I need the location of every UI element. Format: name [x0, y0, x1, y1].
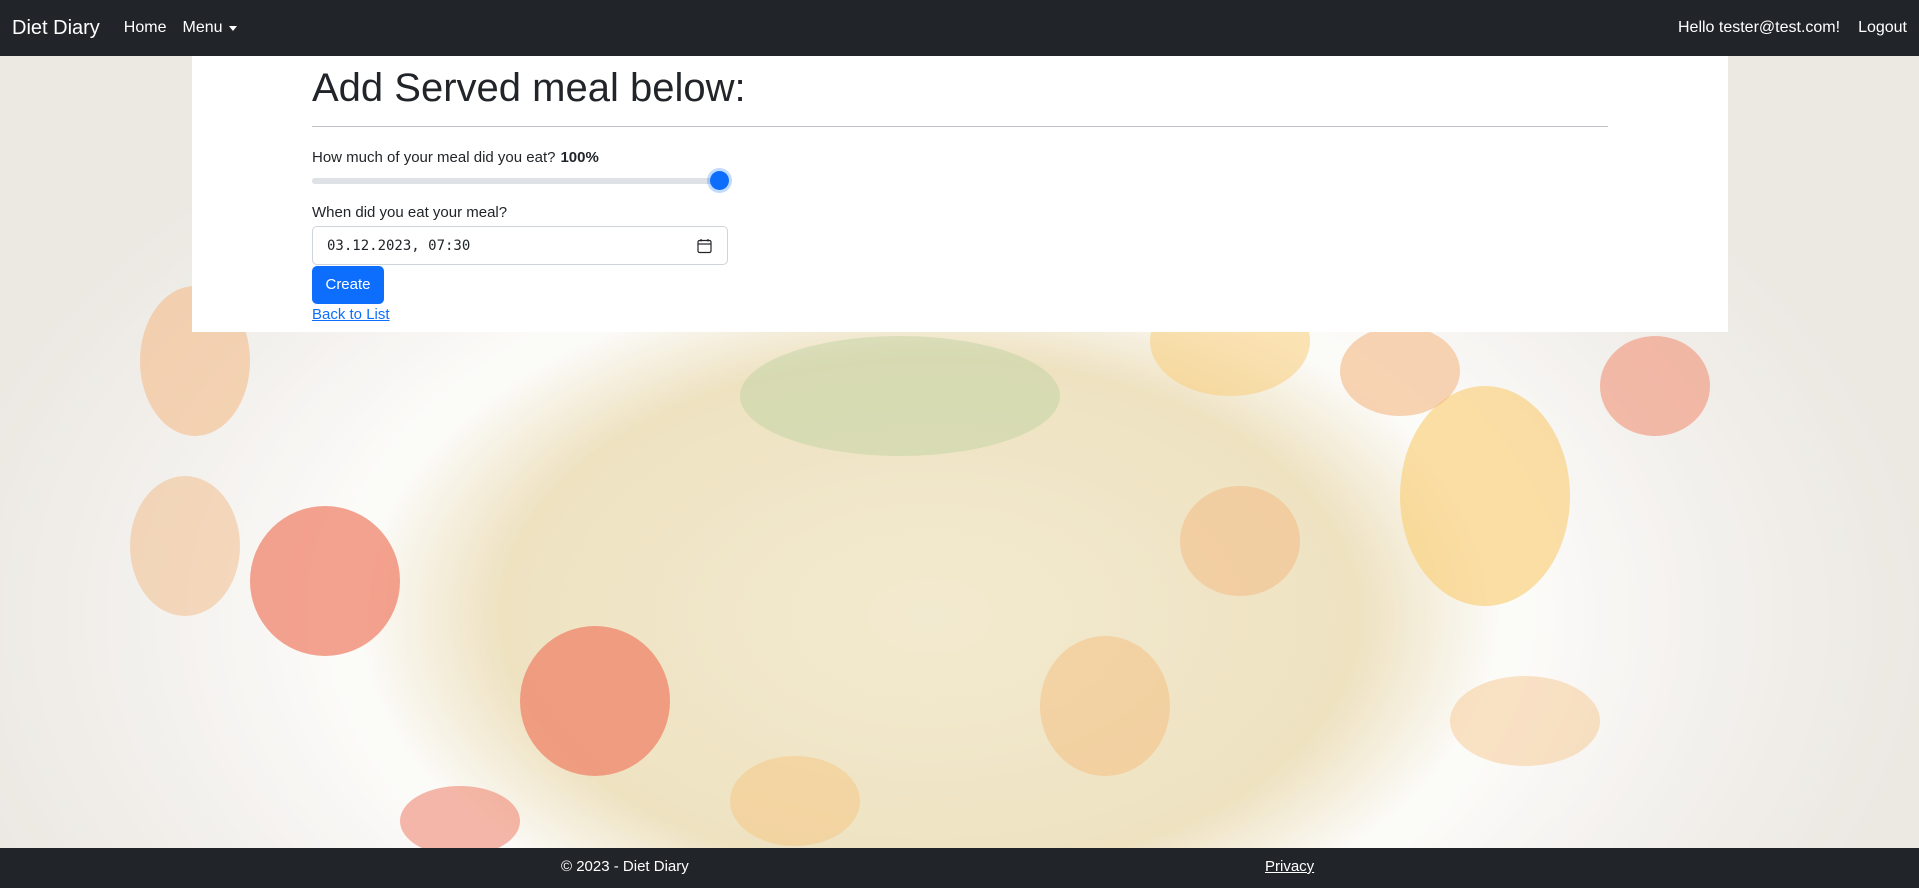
datetime-value: 03.12.2023, 07:30: [327, 237, 471, 254]
footer: © 2023 - Diet Diary Privacy: [0, 848, 1919, 888]
back-to-list-link[interactable]: Back to List: [312, 306, 1608, 323]
portion-slider[interactable]: [312, 170, 729, 190]
logout-link[interactable]: Logout: [1858, 19, 1907, 37]
portion-label: How much of your meal did you eat? 100%: [312, 149, 1608, 166]
user-greeting-link[interactable]: Hello tester@test.com!: [1678, 19, 1840, 37]
slider-fill: [312, 178, 719, 184]
nav-user-area: Hello tester@test.com! Logout: [1660, 19, 1907, 37]
nav-menu-label: Menu: [182, 19, 223, 36]
portion-value: 100%: [560, 149, 599, 166]
form-container: Add Served meal below: How much of your …: [312, 56, 1608, 323]
nav-menu-dropdown[interactable]: Menu: [182, 19, 237, 37]
form-card: Add Served meal below: How much of your …: [192, 56, 1728, 332]
datetime-label: When did you eat your meal?: [312, 204, 508, 221]
page-title: Add Served meal below:: [312, 66, 746, 110]
portion-question: How much of your meal did you eat?: [312, 149, 556, 166]
top-navbar: Diet Diary Home Menu Hello tester@test.c…: [0, 0, 1919, 56]
slider-thumb[interactable]: [710, 171, 729, 190]
datetime-input[interactable]: 03.12.2023, 07:30: [312, 226, 728, 265]
privacy-link[interactable]: Privacy: [1265, 858, 1314, 875]
calendar-icon[interactable]: [696, 238, 713, 254]
divider: [312, 126, 1608, 127]
create-button[interactable]: Create: [312, 266, 384, 304]
footer-copyright: © 2023 - Diet Diary: [561, 858, 689, 875]
caret-down-icon: [228, 25, 237, 31]
brand-link[interactable]: Diet Diary: [12, 17, 100, 40]
nav-home-link[interactable]: Home: [124, 19, 167, 37]
